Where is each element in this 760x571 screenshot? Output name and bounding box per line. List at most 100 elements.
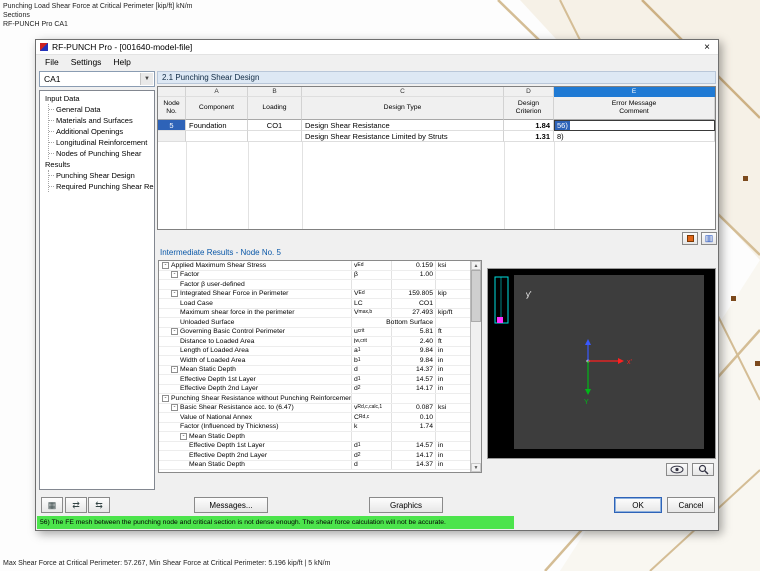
scroll-up-icon[interactable]: ▲	[471, 261, 481, 270]
component-cell[interactable]: Foundation	[186, 120, 248, 131]
scroll-down-icon[interactable]: ▼	[471, 463, 481, 472]
intermediate-row[interactable]: Effective Depth 1st Layerd114.57in	[159, 442, 470, 452]
menu-item-file[interactable]: File	[39, 57, 65, 67]
column-letter-b[interactable]: B	[248, 87, 302, 97]
intermediate-row[interactable]: Effective Depth 2nd Layerd214.17in	[159, 451, 470, 461]
intermediate-row[interactable]: -Mean Static Depth	[159, 432, 470, 442]
intermediate-row[interactable]: -Applied Maximum Shear StressvEd0.159ksi	[159, 261, 470, 271]
intermediate-row[interactable]: -Integrated Shear Force in PerimeterVEd1…	[159, 290, 470, 300]
loading-cell[interactable]: CO1	[248, 120, 302, 131]
scrollbar-thumb[interactable]	[471, 270, 481, 322]
intermediate-row[interactable]: Load CaseLCCO1	[159, 299, 470, 309]
color-scale-button[interactable]	[682, 232, 698, 245]
collapse-icon[interactable]: -	[180, 433, 187, 440]
row-symbol: β	[352, 271, 392, 280]
design-criterion-cell[interactable]: 1.84	[504, 120, 554, 131]
scrollbar[interactable]: ▲ ▼	[470, 261, 481, 472]
error-message-cell[interactable]: 56)	[554, 120, 715, 131]
tree-section[interactable]: Input Data	[43, 93, 154, 104]
intermediate-row[interactable]: Unloaded SurfaceBottom Surface	[159, 318, 470, 328]
table-row[interactable]: 5 Foundation CO1 Design Shear Resistance…	[158, 120, 715, 131]
chevron-down-icon[interactable]: ▼	[140, 73, 153, 85]
ok-button[interactable]: OK	[614, 497, 662, 513]
column-letter-d[interactable]: D	[504, 87, 554, 97]
intermediate-row[interactable]: Distance to Loaded Arealw,crit2.40ft	[159, 337, 470, 347]
intermediate-row[interactable]: Effective Depth 1st Layerd114.57in	[159, 375, 470, 385]
tree-item[interactable]: General Data	[49, 104, 154, 115]
corner-cell	[158, 87, 186, 97]
intermediate-row[interactable]: Effective Depth 2nd Layerd214.17in	[159, 385, 470, 395]
intermediate-row[interactable]: Mean Static Depthd14.37in	[159, 461, 470, 471]
tree-item[interactable]: Required Punching Shear Reinf	[49, 181, 154, 192]
intermediate-row[interactable]: -Basic Shear Resistance acc. to (6.47)vR…	[159, 404, 470, 414]
row-value: 0.087	[392, 404, 436, 413]
row-label: -Basic Shear Resistance acc. to (6.47)	[159, 404, 352, 413]
row-value: 14.37	[392, 461, 436, 470]
cancel-button[interactable]: Cancel	[667, 497, 715, 513]
component-header: Component	[186, 97, 248, 120]
import-from-rfem-button[interactable]: ⇆	[88, 497, 110, 513]
intermediate-row[interactable]: -Governing Basic Control Perimeterucrit5…	[159, 328, 470, 338]
row-symbol	[352, 394, 392, 403]
error-message-cell[interactable]: 8)	[554, 131, 715, 142]
menu-item-help[interactable]: Help	[107, 57, 136, 67]
case-selector[interactable]: CA1 ▼	[39, 71, 155, 87]
intermediate-row[interactable]: Maximum shear force in the perimeterVmax…	[159, 309, 470, 319]
collapse-icon[interactable]: -	[162, 262, 169, 269]
row-unit	[436, 318, 470, 327]
intermediate-row[interactable]: -Punching Shear Resistance without Punch…	[159, 394, 470, 404]
design-type-cell[interactable]: Design Shear Resistance	[302, 120, 504, 131]
row-label: Factor β user-defined	[159, 280, 352, 289]
design-criterion-cell[interactable]: 1.31	[504, 131, 554, 142]
collapse-icon[interactable]: -	[171, 366, 178, 373]
messages-button[interactable]: Messages...	[194, 497, 268, 513]
collapse-icon[interactable]: -	[171, 271, 178, 278]
column-letter-a[interactable]: A	[186, 87, 248, 97]
row-unit	[436, 271, 470, 280]
tree-section[interactable]: Results	[43, 159, 154, 170]
table-row[interactable]: Design Shear Resistance Limited by Strut…	[158, 131, 715, 142]
intermediate-row[interactable]: Value of National AnnexCRd,c0.10	[159, 413, 470, 423]
collapse-icon[interactable]: -	[171, 290, 178, 297]
graphics-button[interactable]: Graphics	[369, 497, 443, 513]
row-symbol: lw,crit	[352, 337, 392, 346]
menu-item-settings[interactable]: Settings	[65, 57, 108, 67]
title-bar[interactable]: RF-PUNCH Pro - [001640-model-file] ×	[36, 40, 718, 55]
table-toolbar: ▥	[682, 232, 717, 245]
row-unit	[436, 280, 470, 289]
intermediate-row[interactable]: Length of Loaded Areaa19.84in	[159, 347, 470, 357]
node-cell[interactable]	[158, 131, 186, 142]
intermediate-row[interactable]: -Mean Static Depthd14.37in	[159, 366, 470, 376]
tree-item[interactable]: Nodes of Punching Shear	[49, 148, 154, 159]
page-status-text: Max Shear Force at Critical Perimeter: 5…	[3, 559, 330, 568]
row-symbol: k	[352, 423, 392, 432]
close-icon[interactable]: ×	[700, 42, 714, 53]
graphics-viewport[interactable]: y' x' Y	[487, 268, 716, 459]
column-letter-e[interactable]: E	[554, 87, 715, 97]
row-label: Width of Loaded Area	[159, 356, 352, 365]
component-cell[interactable]	[186, 131, 248, 142]
intermediate-row[interactable]: -Factorβ1.00	[159, 271, 470, 281]
node-cell[interactable]: 5	[158, 120, 186, 131]
design-type-cell[interactable]: Design Shear Resistance Limited by Strut…	[302, 131, 504, 142]
collapse-icon[interactable]: -	[162, 395, 169, 402]
viewport-scene: y' x' Y	[488, 269, 715, 458]
intermediate-row[interactable]: Factor (Influenced by Thickness)k1.74	[159, 423, 470, 433]
table-view-button[interactable]: ▥	[701, 232, 717, 245]
loading-cell[interactable]	[248, 131, 302, 142]
tree-item[interactable]: Longitudinal Reinforcement	[49, 137, 154, 148]
zoom-button[interactable]	[692, 463, 714, 476]
collapse-icon[interactable]: -	[171, 328, 178, 335]
tree-item[interactable]: Additional Openings	[49, 126, 154, 137]
export-to-rfem-button[interactable]: ⇄	[65, 497, 87, 513]
row-label: -Governing Basic Control Perimeter	[159, 328, 352, 337]
row-symbol: d2	[352, 385, 392, 394]
calculation-button[interactable]: ▦	[41, 497, 63, 513]
tree-item[interactable]: Punching Shear Design	[49, 170, 154, 181]
collapse-icon[interactable]: -	[171, 404, 178, 411]
column-letter-c[interactable]: C	[302, 87, 504, 97]
intermediate-row[interactable]: Factor β user-defined	[159, 280, 470, 290]
tree-item[interactable]: Materials and Surfaces	[49, 115, 154, 126]
intermediate-row[interactable]: Width of Loaded Areab19.84in	[159, 356, 470, 366]
visibility-button[interactable]	[666, 463, 688, 476]
